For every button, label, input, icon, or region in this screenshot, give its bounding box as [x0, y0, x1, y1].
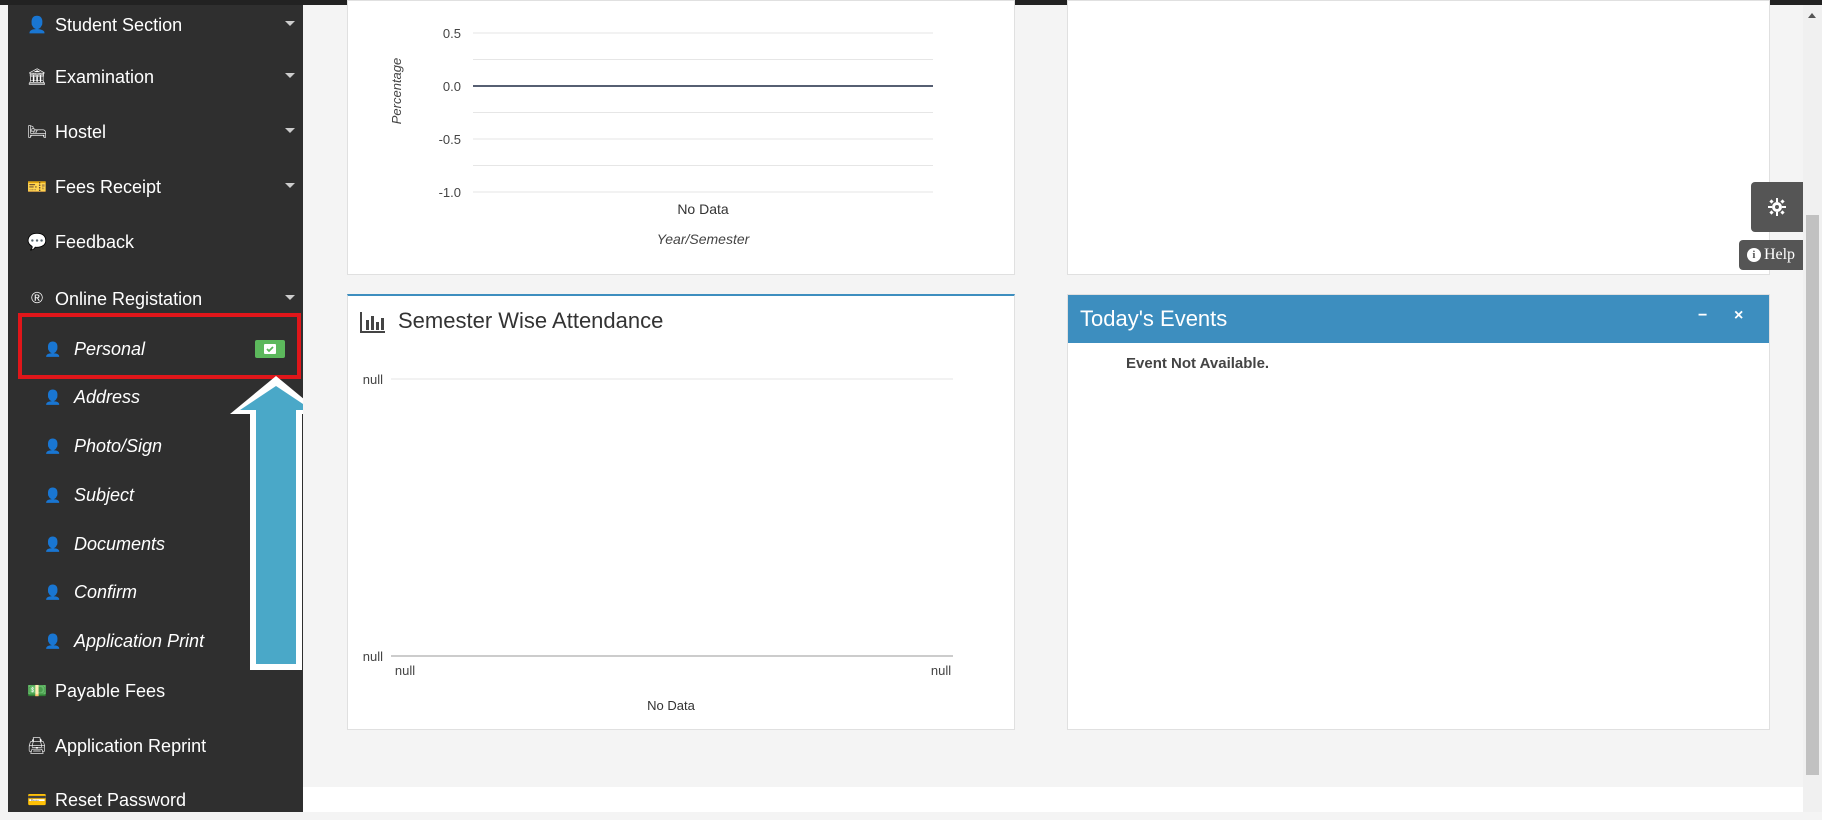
y-tick-label: null — [363, 372, 383, 387]
sidebar-item-feedback[interactable]: 💬 Feedback — [8, 222, 303, 262]
footer-strip — [303, 787, 1803, 812]
comments-icon: 💬 — [27, 234, 47, 251]
main-content: 0.5 0.0 -0.5 -1.0 No Data Year/Semester Percen… — [303, 0, 1801, 787]
y-tick-label: 0.0 — [443, 79, 461, 94]
x-tick-label: null — [395, 663, 415, 678]
sidebar-item-application-reprint[interactable]: 🖨 Application Reprint — [8, 726, 303, 766]
attendance-chart: null null null null No Data — [363, 372, 953, 713]
sidebar-item-label: Reset Password — [55, 789, 187, 810]
caret-down-icon — [285, 21, 295, 26]
sidebar-item-label: Feedback — [55, 231, 135, 252]
sidebar-item-fees-receipt[interactable]: 🎫 Fees Receipt — [8, 167, 303, 207]
y-tick-label: null — [363, 649, 383, 664]
user-icon: 👤 — [44, 486, 62, 503]
y-axis-label: Percentage — [389, 58, 404, 125]
scrollbar[interactable] — [1803, 5, 1822, 812]
minimize-button[interactable]: − — [1698, 307, 1707, 325]
caret-down-icon — [285, 183, 295, 188]
scroll-thumb[interactable] — [1806, 215, 1819, 775]
x-axis-label: No Data — [647, 698, 695, 713]
info-icon: i — [1746, 248, 1761, 262]
user-icon: 👤 — [44, 632, 62, 649]
x-tick-label: null — [931, 663, 951, 678]
highlight-box — [18, 313, 301, 379]
sidebar-item-label: Student Section — [55, 14, 183, 35]
user-icon: 👤 — [44, 583, 62, 600]
print-icon: 🖨 — [26, 738, 48, 755]
gear-icon — [1768, 198, 1786, 216]
y-tick-label: -0.5 — [439, 132, 461, 147]
sidebar-item-payable-fees[interactable]: 💵 Payable Fees — [8, 671, 303, 711]
sidebar-subitem-label: Photo/Sign — [74, 435, 163, 456]
caret-down-icon — [285, 295, 295, 300]
settings-button[interactable] — [1751, 182, 1803, 232]
user-icon: 👤 — [44, 437, 62, 454]
help-label: Help — [1763, 246, 1796, 263]
bed-icon: 🛏 — [26, 124, 48, 141]
sidebar-subitem-label: Subject — [74, 484, 135, 505]
sidebar-subitem-label: Address — [74, 386, 141, 407]
sidebar-item-label: Hostel — [55, 121, 107, 142]
sidebar-item-label: Online Registation — [55, 288, 203, 309]
sidebar-subitem-label: Confirm — [74, 581, 138, 602]
caret-down-icon — [285, 128, 295, 133]
y-tick-label: 0.5 — [443, 26, 461, 41]
sidebar-item-label: Fees Receipt — [55, 176, 162, 197]
user-icon: 👤 — [44, 388, 62, 405]
close-button[interactable]: × — [1734, 307, 1743, 325]
events-panel: Today's Events − × Event Not Available. — [1067, 294, 1770, 730]
events-header: Today's Events − × — [1068, 295, 1769, 343]
attendance-panel: Semester Wise Attendance null null null nul… — [347, 294, 1015, 730]
sidebar-subitem-label: Documents — [74, 533, 166, 554]
user-icon: 👤 — [27, 17, 47, 34]
events-message: Event Not Available. — [1126, 355, 1270, 372]
sidebar-item-label: Examination — [55, 66, 155, 87]
user-icon: 👤 — [44, 535, 62, 552]
sidebar-item-label: Payable Fees — [55, 680, 166, 701]
events-title: Today's Events — [1080, 306, 1228, 331]
money-icon: 💵 — [27, 683, 47, 700]
result-chart-panel: 0.5 0.0 -0.5 -1.0 No Data Year/Semester Percen… — [347, 0, 1015, 275]
sidebar-subitem-label: Application Print — [74, 630, 205, 651]
sidebar-item-student-section[interactable]: 👤 Student Section — [8, 5, 303, 45]
x-axis-label: Year/Semester — [657, 231, 751, 247]
top-right-panel — [1067, 0, 1770, 275]
registered-icon: ® — [31, 290, 43, 307]
caret-down-icon — [285, 73, 295, 78]
sidebar-item-reset-password[interactable]: 💳 Reset Password — [8, 780, 303, 820]
card-icon: 💳 — [27, 792, 47, 809]
x-tick-label: No Data — [677, 201, 729, 217]
help-button[interactable]: i Help — [1739, 240, 1803, 270]
bank-icon: 🏛 — [26, 69, 48, 86]
sidebar-item-hostel[interactable]: 🛏 Hostel — [8, 112, 303, 152]
scroll-up-icon[interactable] — [1808, 13, 1816, 18]
ticket-icon: 🎫 — [27, 179, 47, 196]
sidebar-item-examination[interactable]: 🏛 Examination — [8, 57, 303, 97]
result-chart: 0.5 0.0 -0.5 -1.0 No Data Year/Semester Percen… — [389, 26, 933, 247]
y-tick-label: -1.0 — [439, 185, 461, 200]
sidebar-item-label: Application Reprint — [55, 735, 207, 756]
